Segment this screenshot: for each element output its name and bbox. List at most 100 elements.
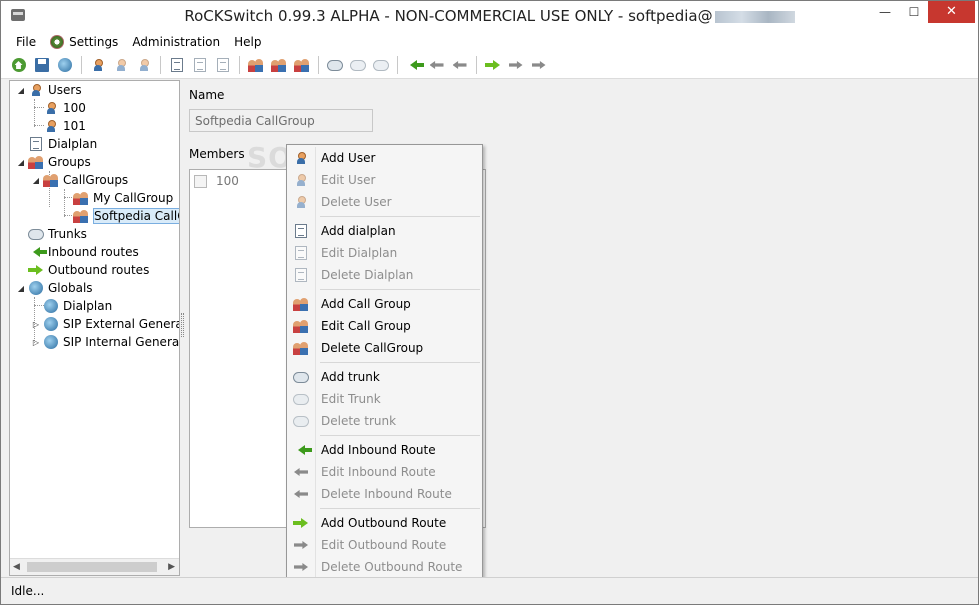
tree-horizontal-scrollbar[interactable]: ◀ ▶ — [10, 558, 179, 575]
add-dialplan-icon — [292, 222, 310, 240]
expand-arrow-icon[interactable]: ▷ — [31, 338, 41, 347]
expand-arrow-icon[interactable]: ▷ — [31, 320, 41, 329]
menu-item-edit-outbound-route[interactable]: Edit Outbound Route — [289, 534, 480, 556]
globe-connect-icon[interactable] — [9, 56, 28, 75]
menu-item-delete-outbound-route[interactable]: Delete Outbound Route — [289, 556, 480, 578]
delete-trunk-icon[interactable] — [371, 56, 390, 75]
menu-item-add-user[interactable]: Add User — [289, 147, 480, 169]
app-window: RoCKSwitch 0.99.3 ALPHA - NON-COMMERCIAL… — [0, 0, 979, 605]
menu-help[interactable]: Help — [227, 31, 268, 52]
menu-item-edit-call-group[interactable]: Edit Call Group — [289, 315, 480, 337]
edit-user-icon[interactable] — [111, 56, 130, 75]
tree-node-trunks[interactable]: Trunks — [28, 225, 87, 243]
menu-file[interactable]: File — [9, 31, 43, 52]
add-callgroup-icon[interactable] — [246, 56, 265, 75]
menu-item-label: Edit Dialplan — [321, 246, 398, 260]
edit-outbound-route-icon[interactable] — [506, 56, 525, 75]
menu-item-delete-callgroup[interactable]: Delete CallGroup — [289, 337, 480, 359]
tree-node-globals[interactable]: ◢ Globals — [16, 279, 93, 297]
menu-item-add-inbound-route[interactable]: Add Inbound Route — [289, 439, 480, 461]
add-user-icon[interactable] — [88, 56, 107, 75]
delete-dialplan-icon[interactable] — [213, 56, 232, 75]
tree-node-sip-internal[interactable]: ▷ SIP Internal General — [31, 333, 180, 351]
tree-node-users[interactable]: ◢ Users — [16, 81, 82, 99]
menu-item-edit-dialplan[interactable]: Edit Dialplan — [289, 242, 480, 264]
scrollbar-thumb[interactable] — [27, 562, 157, 572]
dialplan-icon — [28, 136, 44, 152]
tree-node-groups[interactable]: ◢ Groups — [16, 153, 91, 171]
menu-item-add-dialplan[interactable]: Add dialplan — [289, 220, 480, 242]
menu-item-delete-user[interactable]: Delete User — [289, 191, 480, 213]
globe-web-icon[interactable] — [55, 56, 74, 75]
delete-outbound-route-icon[interactable] — [529, 56, 548, 75]
menu-item-label: Add Outbound Route — [321, 516, 447, 530]
edit-inbound-route-icon[interactable] — [427, 56, 446, 75]
menu-item-delete-dialplan[interactable]: Delete Dialplan — [289, 264, 480, 286]
add-inbound-route-icon[interactable] — [404, 56, 424, 75]
tree-label: Inbound routes — [48, 245, 139, 259]
delete-callgroup-icon[interactable] — [292, 56, 311, 75]
tree-node-my-callgroup[interactable]: My CallGroup — [73, 189, 173, 207]
tree-node-softpedia-callgroup[interactable]: Softpedia CallGrou — [58, 207, 179, 225]
scroll-right-icon[interactable]: ▶ — [168, 562, 175, 572]
scroll-left-icon[interactable]: ◀ — [13, 562, 20, 572]
collapse-arrow-icon[interactable]: ◢ — [16, 158, 26, 167]
group-icon — [43, 172, 59, 188]
delete-trunk-icon — [292, 412, 310, 430]
menu-item-label: Edit Outbound Route — [321, 538, 447, 552]
menu-item-edit-trunk[interactable]: Edit Trunk — [289, 388, 480, 410]
menu-item-label: Edit Trunk — [321, 392, 381, 406]
tree-node-user-101[interactable]: 101 — [43, 117, 86, 135]
collapse-arrow-icon[interactable]: ◢ — [16, 86, 26, 95]
panel-splitter[interactable] — [181, 313, 184, 337]
menu-item-label: Delete trunk — [321, 414, 397, 428]
delete-outbound-route-icon — [292, 558, 310, 576]
menu-bar: File Settings Administration Help — [1, 31, 978, 52]
maximize-icon[interactable]: ☐ — [900, 1, 928, 23]
tree-node-globals-dialplan[interactable]: Dialplan — [43, 297, 112, 315]
list-item[interactable]: 100 — [194, 174, 239, 188]
window-title: RoCKSwitch 0.99.3 ALPHA - NON-COMMERCIAL… — [1, 7, 978, 25]
tree-node-dialplan[interactable]: Dialplan — [28, 135, 97, 153]
status-text: Idle... — [11, 584, 45, 598]
tree-node-sip-external[interactable]: ▷ SIP External General — [31, 315, 179, 333]
add-outbound-route-icon[interactable] — [483, 56, 502, 75]
delete-inbound-route-icon[interactable] — [450, 56, 469, 75]
close-icon[interactable]: ✕ — [928, 1, 975, 23]
edit-trunk-icon[interactable] — [348, 56, 367, 75]
tree-node-user-100[interactable]: 100 — [43, 99, 86, 117]
menu-item-edit-user[interactable]: Edit User — [289, 169, 480, 191]
edit-dialplan-icon[interactable] — [190, 56, 209, 75]
menu-item-label: Delete CallGroup — [321, 341, 424, 355]
tree-label: SIP Internal General — [63, 335, 180, 349]
menu-administration[interactable]: Administration — [125, 31, 227, 52]
menu-item-delete-inbound-route[interactable]: Delete Inbound Route — [289, 483, 480, 505]
minimize-icon[interactable]: — — [871, 1, 899, 23]
menu-item-delete-trunk[interactable]: Delete trunk — [289, 410, 480, 432]
menu-item-add-outbound-route[interactable]: Add Outbound Route — [289, 512, 480, 534]
edit-callgroup-icon[interactable] — [269, 56, 288, 75]
tree-label: Groups — [48, 155, 91, 169]
delete-user-icon[interactable] — [134, 56, 153, 75]
menu-item-label: Add Call Group — [321, 297, 411, 311]
collapse-arrow-icon[interactable]: ◢ — [31, 176, 41, 185]
save-icon[interactable] — [32, 56, 51, 75]
delete-callgroup-icon — [292, 339, 310, 357]
tree-label: Globals — [48, 281, 93, 295]
menu-item-label: Delete Outbound Route — [321, 560, 463, 574]
menu-item-label: Delete Dialplan — [321, 268, 414, 282]
member-checkbox[interactable] — [194, 174, 207, 188]
tree-node-outbound-routes[interactable]: Outbound routes — [28, 261, 149, 279]
tree-node-inbound-routes[interactable]: Inbound routes — [28, 243, 139, 261]
navigation-tree[interactable]: ◢ Users 100 101 Dialplan ◢ Groups ◢ Call… — [9, 80, 180, 576]
menu-item-add-trunk[interactable]: Add trunk — [289, 366, 480, 388]
add-trunk-icon[interactable] — [325, 56, 344, 75]
add-dialplan-icon[interactable] — [167, 56, 186, 75]
name-field[interactable] — [189, 109, 373, 132]
collapse-arrow-icon[interactable]: ◢ — [16, 284, 26, 293]
menu-item-add-call-group[interactable]: Add Call Group — [289, 293, 480, 315]
menu-item-edit-inbound-route[interactable]: Edit Inbound Route — [289, 461, 480, 483]
menu-settings[interactable]: Settings — [43, 31, 125, 52]
outbound-arrow-icon — [28, 262, 44, 278]
tree-node-callgroups[interactable]: ◢ CallGroups — [31, 171, 128, 189]
